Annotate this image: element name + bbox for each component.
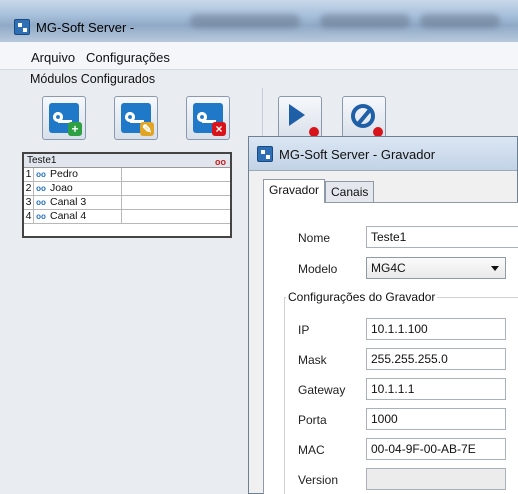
title-blur (420, 14, 500, 28)
channel-name: Joao (48, 182, 122, 195)
menu-arquivo[interactable]: Arquivo (31, 50, 75, 65)
mask-field[interactable]: 255.255.255.0 (366, 348, 506, 370)
menu-bar: Arquivo Configurações (0, 42, 518, 70)
tab-canais[interactable]: Canais (325, 181, 375, 203)
channel-name: Canal 4 (48, 210, 122, 223)
mask-label: Mask (298, 353, 327, 367)
channel-name: Canal 3 (48, 196, 122, 209)
module-header[interactable]: Teste1 oo (24, 154, 230, 168)
nome-label: Nome (298, 231, 331, 245)
ip-label: IP (298, 323, 310, 337)
app-icon (257, 146, 273, 162)
modelo-select[interactable]: MG4C (366, 257, 506, 279)
title-blur (190, 14, 300, 28)
mac-label: MAC (298, 443, 325, 457)
porta-label: Porta (298, 413, 327, 427)
recorder-add-icon: + (49, 103, 82, 136)
module-list[interactable]: Teste1 oo 1 oo Pedro 2 oo Joao 3 oo Cana… (22, 152, 232, 238)
app-icon (14, 19, 30, 35)
add-recorder-button[interactable]: + (42, 96, 86, 140)
version-label: Version (298, 473, 339, 487)
list-item[interactable]: 1 oo Pedro (24, 168, 230, 182)
channel-number: 4 (24, 210, 34, 223)
channel-number: 1 (24, 168, 34, 181)
gateway-field[interactable]: 10.1.1.1 (366, 378, 506, 400)
channel-number: 2 (24, 182, 34, 195)
recorder-icon: oo (36, 184, 46, 193)
gateway-label: Gateway (298, 383, 346, 397)
nome-field[interactable]: Teste1 (366, 226, 518, 248)
stop-icon (351, 104, 375, 128)
group-border (284, 297, 285, 494)
menu-configuracoes[interactable]: Configurações (86, 50, 170, 65)
remove-recorder-button[interactable]: × (186, 96, 230, 140)
modelo-value: MG4C (371, 261, 406, 275)
modules-label: Módulos Configurados (30, 72, 156, 86)
recorder-icon: oo (36, 170, 46, 179)
channel-number: 3 (24, 196, 34, 209)
recorder-remove-icon: × (193, 103, 226, 136)
mac-field[interactable]: 00-04-9F-00-AB-7E (366, 438, 506, 460)
chevron-down-icon (491, 266, 499, 271)
tab-panel-gravador: Nome Teste1 Modelo MG4C Configurações do… (263, 202, 518, 494)
channel-name: Pedro (48, 168, 122, 181)
stop-button[interactable] (342, 96, 386, 140)
dialog-title: MG-Soft Server - Gravador (279, 147, 436, 162)
start-button[interactable] (278, 96, 322, 140)
list-item[interactable]: 4 oo Canal 4 (24, 210, 230, 224)
list-item[interactable]: 2 oo Joao (24, 182, 230, 196)
edit-recorder-button[interactable]: ✎ (114, 96, 158, 140)
recorder-edit-icon: ✎ (121, 103, 154, 136)
recorder-icon: oo (36, 212, 46, 221)
play-icon (289, 104, 305, 126)
list-item[interactable]: 3 oo Canal 3 (24, 196, 230, 210)
ip-field[interactable]: 10.1.1.100 (366, 318, 506, 340)
title-blur (320, 14, 410, 28)
dialog-title-bar[interactable]: MG-Soft Server - Gravador (249, 137, 517, 171)
window-title: MG-Soft Server - (36, 20, 135, 35)
module-header-label: Teste1 (27, 155, 57, 166)
modelo-label: Modelo (298, 262, 338, 276)
main-title-bar: MG-Soft Server - (0, 0, 518, 42)
group-label: Configurações do Gravador (286, 290, 438, 304)
version-field (366, 468, 506, 490)
gravador-dialog: MG-Soft Server - Gravador Gravador Canai… (248, 136, 518, 494)
recorder-icon: oo (36, 198, 46, 207)
porta-field[interactable]: 1000 (366, 408, 506, 430)
tab-gravador[interactable]: Gravador (263, 179, 326, 203)
recorder-icon: oo (215, 157, 226, 167)
